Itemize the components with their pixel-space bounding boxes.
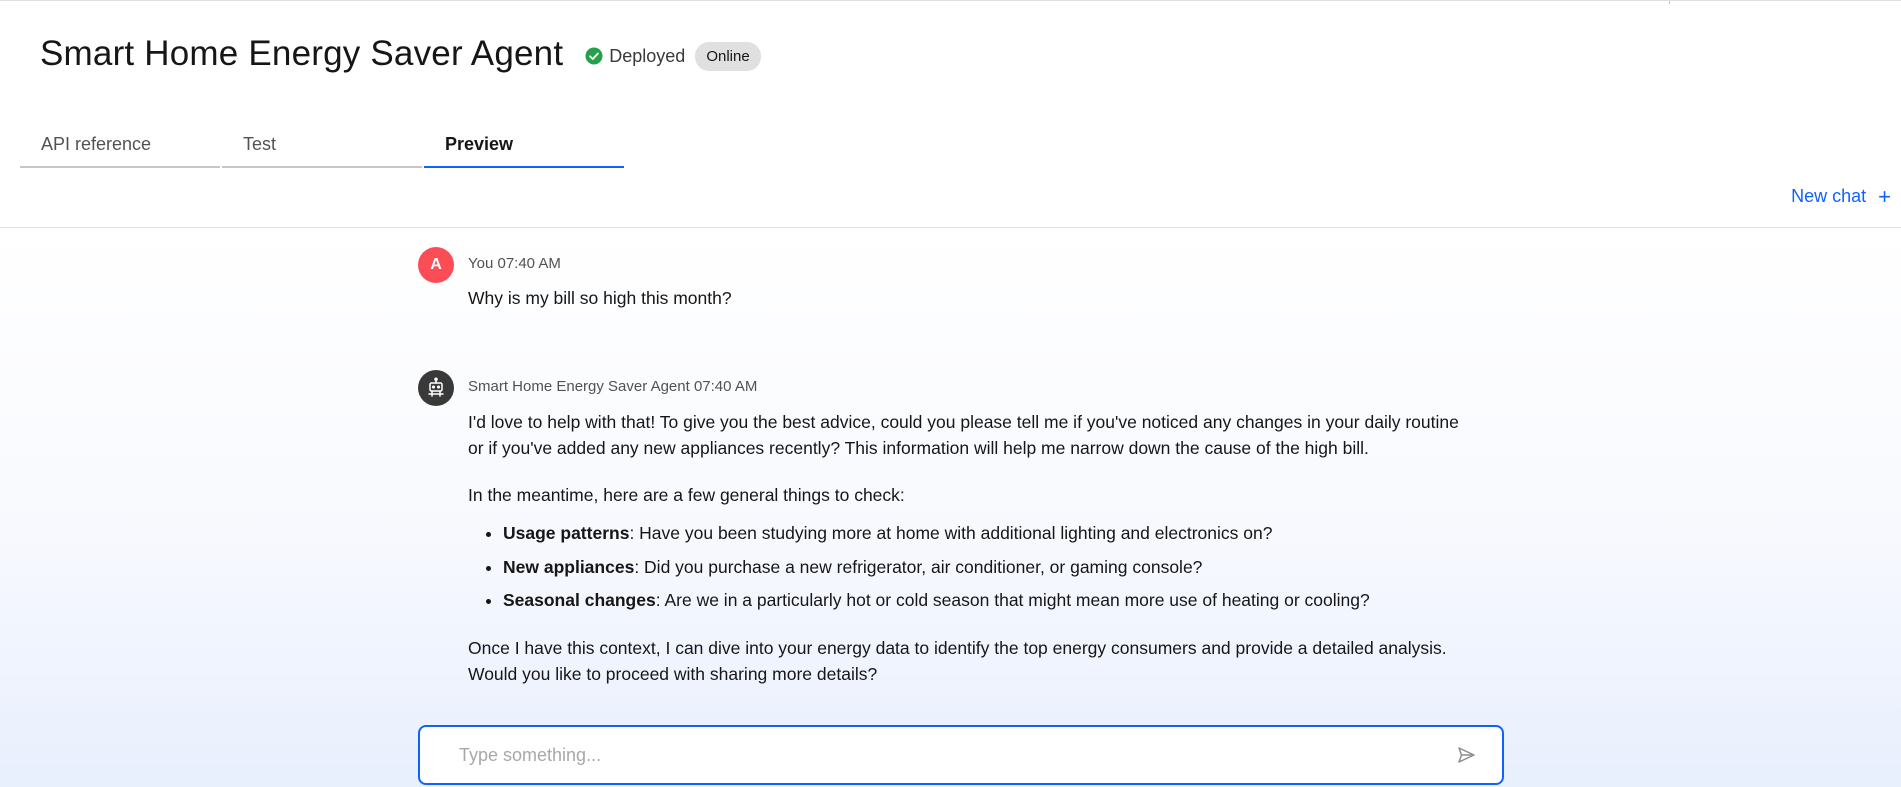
- plus-icon: +: [1878, 183, 1891, 209]
- list-item: Usage patterns: Have you been studying m…: [503, 520, 1478, 546]
- message-author: You: [468, 255, 494, 272]
- message-closing: Once I have this context, I can dive int…: [468, 638, 1447, 684]
- check-circle-icon: [585, 47, 603, 65]
- message-input[interactable]: [459, 744, 1454, 766]
- list-item: Seasonal changes: Are we in a particular…: [503, 587, 1478, 613]
- message-body: Why is my bill so high this month?: [468, 285, 1478, 332]
- message-time: 07:40 AM: [693, 378, 758, 395]
- tab-test[interactable]: Test: [222, 122, 422, 168]
- message-meta: You 07:40 AM: [468, 255, 561, 272]
- message-author: Smart Home Energy Saver Agent: [468, 378, 690, 395]
- top-border-tick: [1669, 1, 1670, 4]
- user-avatar: A: [418, 247, 454, 283]
- bullet-title: Usage patterns: [503, 523, 630, 543]
- header: Smart Home Energy Saver Agent Deployed O…: [40, 34, 761, 74]
- bullet-text: : Did you purchase a new refrigerator, a…: [634, 556, 1203, 577]
- message-time: 07:40 AM: [497, 255, 561, 272]
- status-label: Deployed: [609, 45, 686, 66]
- robot-icon: [428, 377, 444, 397]
- new-chat-label: New chat: [1791, 186, 1867, 206]
- bullet-text: : Have you been studying more at home wi…: [629, 523, 1273, 543]
- message-intro: I'd love to help with that! To give you …: [468, 412, 1459, 458]
- message-composer[interactable]: [418, 725, 1504, 785]
- send-icon[interactable]: [1454, 743, 1478, 767]
- message-text: Why is my bill so high this month?: [468, 288, 732, 308]
- status-badge: Online: [695, 41, 761, 71]
- bullet-title: Seasonal changes: [503, 590, 656, 610]
- message-lead: In the meantime, here are a few general …: [468, 485, 905, 505]
- tab-preview[interactable]: Preview: [424, 122, 624, 168]
- page-title: Smart Home Energy Saver Agent: [40, 34, 564, 73]
- user-message: A You 07:40 AM Why is my bill so high th…: [418, 247, 1478, 327]
- message-body: I'd love to help with that! To give you …: [468, 409, 1478, 708]
- message-bullet-list: Usage patterns: Have you been studying m…: [503, 520, 1478, 613]
- agent-avatar: [418, 370, 454, 406]
- tab-bar: API reference Test Preview: [20, 122, 626, 168]
- bullet-title: New appliances: [503, 556, 635, 577]
- top-border: [0, 0, 1901, 4]
- new-chat-button[interactable]: New chat +: [1791, 183, 1891, 209]
- message-meta: Smart Home Energy Saver Agent 07:40 AM: [468, 378, 757, 395]
- deployment-status: Deployed Online: [585, 41, 761, 71]
- tab-api-reference[interactable]: API reference: [20, 122, 220, 168]
- bullet-text: : Are we in a particularly hot or cold s…: [655, 590, 1370, 610]
- app-page: Smart Home Energy Saver Agent Deployed O…: [0, 0, 1901, 787]
- list-item: New appliances: Did you purchase a new r…: [503, 554, 1478, 580]
- agent-message: Smart Home Energy Saver Agent 07:40 AM I…: [418, 370, 1478, 710]
- chat-area[interactable]: A You 07:40 AM Why is my bill so high th…: [0, 228, 1901, 787]
